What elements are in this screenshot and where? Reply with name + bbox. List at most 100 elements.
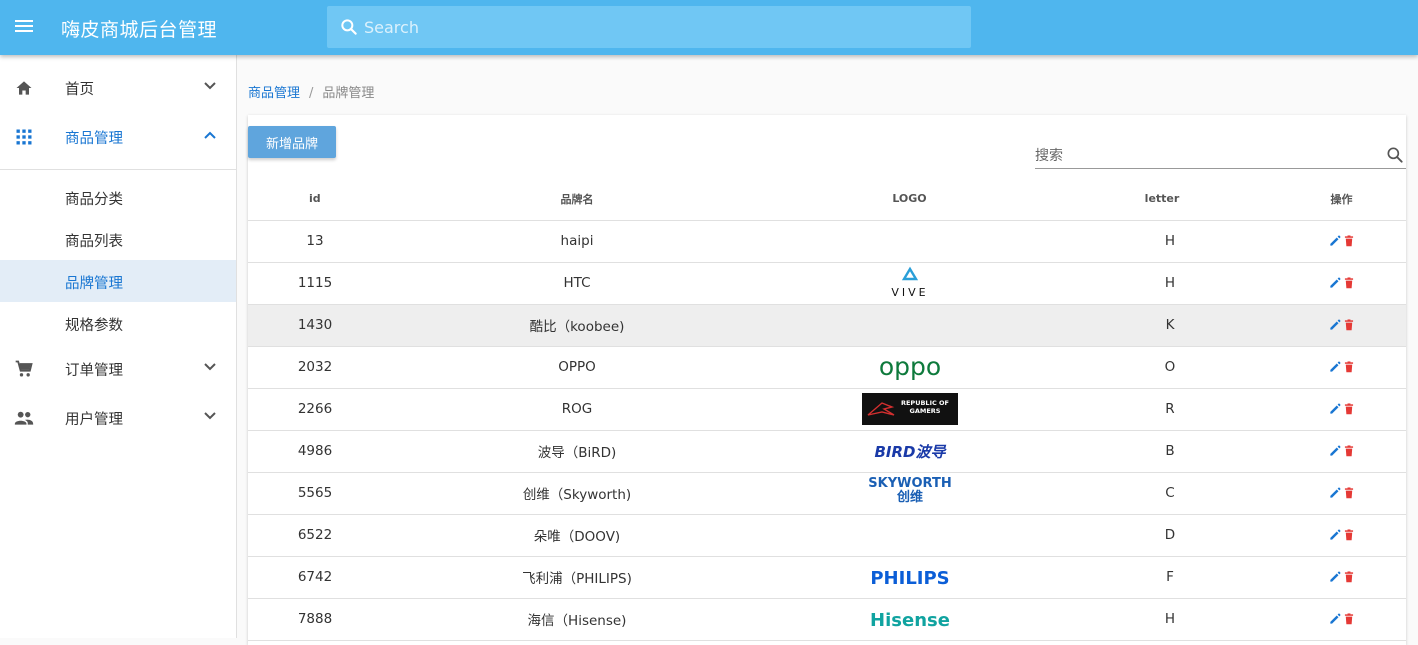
brand-logo-text: Hisense	[870, 610, 950, 631]
column-header-ops: 操作	[1277, 178, 1406, 221]
brand-logo-vive: VIVE	[891, 266, 925, 299]
cell-ops	[1277, 430, 1406, 473]
delete-icon[interactable]	[1342, 318, 1356, 332]
cell-ops	[1277, 598, 1406, 641]
sidebar-item-label: 品牌管理	[65, 276, 123, 292]
delete-icon[interactable]	[1342, 444, 1356, 458]
table-row[interactable]: 7888 海信（Hisense) Hisense H	[248, 598, 1406, 641]
sidebar-item-spec[interactable]: 规格参数	[0, 302, 236, 344]
brand-table-card: 新增品牌 id 品牌名 LOGO letter 操作 13haipiH1115H…	[248, 115, 1406, 645]
delete-icon[interactable]	[1342, 528, 1356, 542]
brand-logo-hisense: Hisense	[870, 610, 950, 631]
cell-id: 1115	[248, 262, 382, 305]
table-row[interactable]: 1115 HTC VIVE H	[248, 262, 1406, 305]
edit-icon[interactable]	[1328, 402, 1342, 416]
cell-letter: O	[1047, 346, 1277, 389]
sidebar-item-goods[interactable]: 商品管理	[0, 112, 236, 161]
home-icon	[16, 81, 32, 95]
cell-ops	[1277, 514, 1406, 557]
sidebar-item-label: 商品列表	[65, 234, 123, 250]
cell-name: 飞利浦（PHILIPS)	[382, 556, 772, 599]
cell-id: 2266	[248, 388, 382, 431]
delete-icon[interactable]	[1342, 486, 1356, 500]
brand-logo-bird: BIRD波导	[874, 443, 947, 461]
table-row[interactable]: 6742 飞利浦（PHILIPS) PHILIPS F	[248, 556, 1406, 599]
cell-id: 4986	[248, 430, 382, 473]
sidebar-item-home[interactable]: 首页	[0, 63, 236, 112]
edit-icon[interactable]	[1328, 444, 1342, 458]
cell-ops	[1277, 388, 1406, 431]
sidebar-item-label: 用户管理	[65, 412, 123, 428]
table-row[interactable]: 5565 创维（Skyworth) SKYWORTH 创维 C	[248, 472, 1406, 515]
cell-logo: Hisense	[772, 598, 1047, 641]
table-search-input[interactable]	[1035, 145, 1375, 167]
breadcrumb: 商品管理 / 品牌管理	[248, 82, 374, 101]
cell-name: 酷比（koobee)	[382, 304, 772, 347]
add-brand-button[interactable]: 新增品牌	[248, 126, 336, 158]
column-header-letter[interactable]: letter	[1047, 178, 1277, 221]
cell-name: 朵唯（DOOV)	[382, 514, 772, 557]
sidebar-item-users[interactable]: 用户管理	[0, 393, 236, 442]
cell-id: 2032	[248, 346, 382, 389]
app-bar: 嗨皮商城后台管理	[0, 0, 1418, 55]
brand-logo-text: BIRD波导	[874, 443, 947, 461]
cell-logo	[772, 304, 1047, 347]
edit-icon[interactable]	[1328, 234, 1342, 248]
edit-icon[interactable]	[1328, 612, 1342, 626]
table-row[interactable]: 2266 ROG REPUBLIC OF GAMERS R	[248, 388, 1406, 431]
brand-logo-text: SKYWORTH 创维	[867, 477, 952, 505]
app-title: 嗨皮商城后台管理	[61, 19, 218, 41]
cell-name: 波导（BiRD)	[382, 430, 772, 473]
cell-ops	[1277, 304, 1406, 347]
chevron-down-icon	[204, 363, 216, 371]
breadcrumb-parent[interactable]: 商品管理	[248, 86, 300, 101]
sidebar: 首页 商品管理 商品分类 商品列表 品牌管理 规格参数 订单管理 用户管理	[0, 55, 237, 638]
delete-icon[interactable]	[1342, 276, 1356, 290]
search-input[interactable]	[364, 6, 954, 48]
table-header-row: id 品牌名 LOGO letter 操作	[248, 178, 1406, 221]
cell-name: 创维（Skyworth)	[382, 472, 772, 515]
delete-icon[interactable]	[1342, 360, 1356, 374]
column-header-id[interactable]: id	[248, 178, 382, 221]
delete-icon[interactable]	[1342, 234, 1356, 248]
cell-name: ROG	[382, 388, 772, 431]
cell-letter: F	[1047, 556, 1277, 599]
delete-icon[interactable]	[1342, 612, 1356, 626]
cell-ops	[1277, 346, 1406, 389]
search-icon[interactable]	[1385, 145, 1405, 165]
cell-logo: oppo	[772, 346, 1047, 389]
table-row[interactable]: 1430 酷比（koobee) K	[248, 304, 1406, 347]
edit-icon[interactable]	[1328, 486, 1342, 500]
table-row[interactable]: 13 haipi H	[248, 220, 1406, 263]
cell-id: 5565	[248, 472, 382, 515]
cell-logo: BIRD波导	[772, 430, 1047, 473]
column-header-name[interactable]: 品牌名	[382, 178, 772, 221]
sidebar-item-label: 规格参数	[65, 318, 123, 334]
edit-icon[interactable]	[1328, 276, 1342, 290]
edit-icon[interactable]	[1328, 570, 1342, 584]
cell-ops	[1277, 220, 1406, 263]
global-search[interactable]	[327, 6, 971, 48]
cell-letter: C	[1047, 472, 1277, 515]
cell-logo: REPUBLIC OF GAMERS	[772, 388, 1047, 431]
table-row[interactable]: 2032 OPPO oppo O	[248, 346, 1406, 389]
delete-icon[interactable]	[1342, 570, 1356, 584]
delete-icon[interactable]	[1342, 402, 1356, 416]
sidebar-item-brand[interactable]: 品牌管理	[0, 260, 236, 302]
cell-letter: R	[1047, 388, 1277, 431]
search-icon	[341, 19, 357, 35]
menu-icon[interactable]	[13, 17, 35, 37]
sidebar-item-orders[interactable]: 订单管理	[0, 344, 236, 393]
table-row[interactable]: 6522 朵唯（DOOV) D	[248, 514, 1406, 557]
table-search[interactable]	[1035, 143, 1406, 169]
edit-icon[interactable]	[1328, 528, 1342, 542]
sidebar-item-category[interactable]: 商品分类	[0, 176, 236, 218]
edit-icon[interactable]	[1328, 318, 1342, 332]
brand-logo-oppo: oppo	[878, 352, 940, 381]
cell-logo: SKYWORTH 创维	[772, 472, 1047, 515]
sidebar-item-goods-list[interactable]: 商品列表	[0, 218, 236, 260]
table-row[interactable]: 4986 波导（BiRD) BIRD波导 B	[248, 430, 1406, 473]
cell-name: haipi	[382, 220, 772, 263]
edit-icon[interactable]	[1328, 360, 1342, 374]
cell-id: 6742	[248, 556, 382, 599]
